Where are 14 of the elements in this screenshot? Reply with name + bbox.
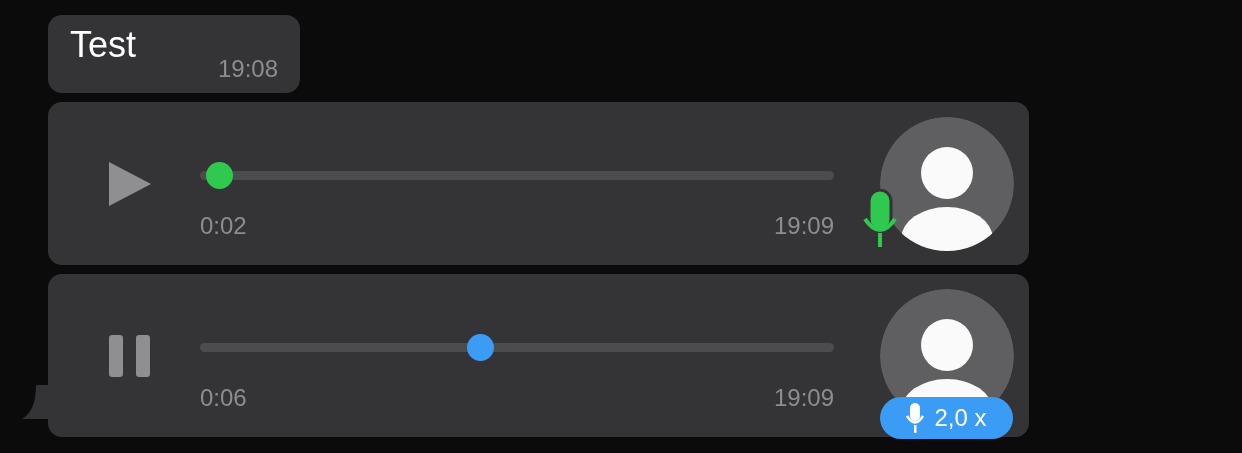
progress-thumb[interactable]: [467, 334, 495, 361]
elapsed-time: 0:06: [200, 383, 247, 413]
progress-track[interactable]: [200, 162, 834, 189]
message-time: 19:09: [773, 211, 834, 241]
message-text: Test: [70, 27, 137, 63]
microphone-icon: [906, 402, 925, 433]
message-time: 19:09: [773, 383, 834, 413]
message-time: 19:08: [217, 57, 278, 81]
speed-button[interactable]: 2,0 x: [880, 396, 1013, 439]
avatar-icon: [880, 116, 1014, 251]
progress-thumb[interactable]: [206, 162, 234, 189]
microphone-icon: [862, 188, 898, 247]
elapsed-time: 0:02: [200, 211, 247, 241]
progress-track[interactable]: [200, 334, 834, 361]
